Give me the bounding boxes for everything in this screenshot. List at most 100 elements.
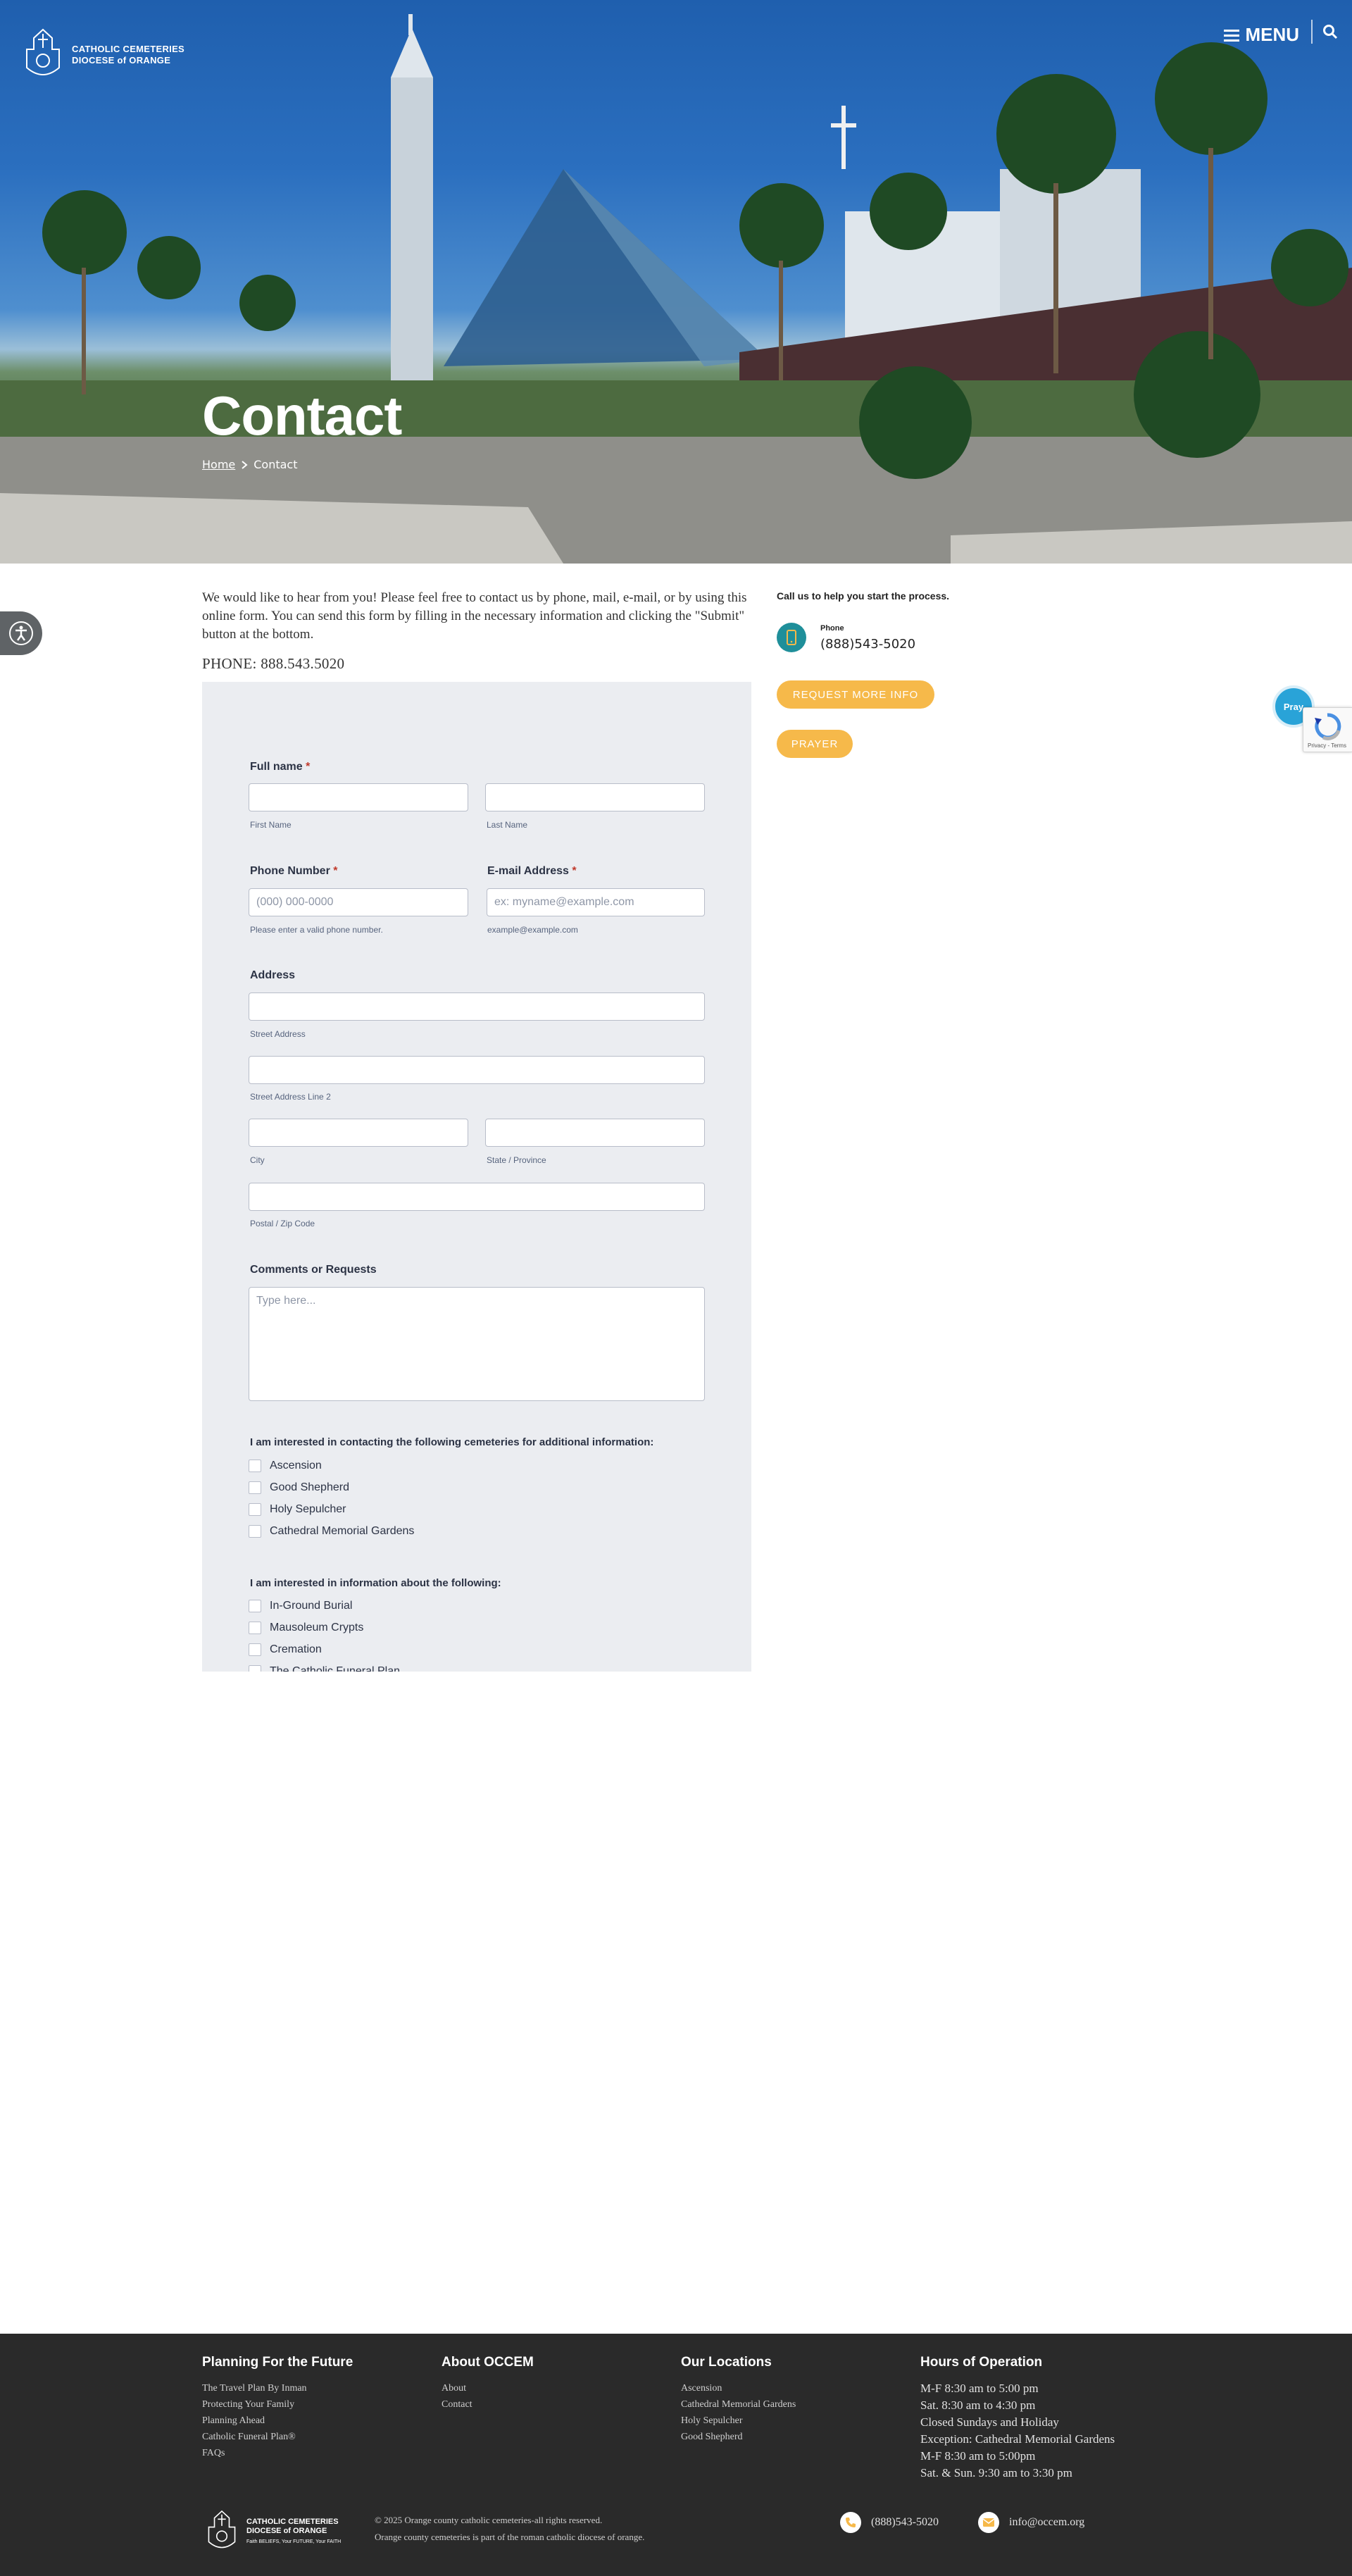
interest-option[interactable]: The Catholic Funeral Plan — [249, 1665, 400, 1672]
cemetery-option-label: Good Shepherd — [270, 1481, 349, 1493]
footer-email[interactable]: info@occem.org — [978, 2512, 1084, 2533]
interest-option-label: The Catholic Funeral Plan — [270, 1665, 400, 1672]
checkbox[interactable] — [249, 1600, 261, 1612]
recaptcha-badge[interactable]: Privacy - Terms — [1303, 707, 1352, 752]
menu-label: MENU — [1245, 24, 1299, 45]
mobile-phone-icon — [787, 630, 796, 645]
hours-line: Sat. & Sun. 9:30 am to 3:30 pm — [920, 2466, 1072, 2479]
request-more-info-button[interactable]: REQUEST MORE INFO — [777, 680, 934, 709]
prayer-button[interactable]: PRAYER — [777, 730, 853, 758]
interest-option[interactable]: In-Ground Burial — [249, 1600, 352, 1612]
footer-link[interactable]: Ascension — [681, 2380, 796, 2396]
street-address-sublabel: Street Address — [250, 1029, 306, 1039]
header-divider — [1311, 20, 1313, 44]
chevron-right-icon — [242, 460, 248, 469]
menu-button[interactable]: MENU — [1224, 24, 1299, 46]
hours-line: M-F 8:30 am to 5:00 pm — [920, 2382, 1039, 2395]
search-button[interactable] — [1322, 24, 1338, 43]
cemeteries-question: I am interested in contacting the follow… — [250, 1436, 654, 1448]
phone-card-label: Phone — [820, 623, 844, 633]
copyright-line-1: © 2025 Orange county catholic cemeteries… — [375, 2515, 603, 2525]
logo-line-2: DIOCESE of ORANGE — [72, 55, 171, 66]
hours-line: Closed Sundays and Holiday — [920, 2415, 1059, 2429]
checkbox[interactable] — [249, 1665, 261, 1672]
footer-email-address: info@occem.org — [1009, 2516, 1085, 2528]
first-name-sublabel: First Name — [250, 820, 292, 830]
cemetery-option[interactable]: Holy Sepulcher — [249, 1503, 346, 1516]
accessibility-icon — [9, 621, 33, 645]
footer-col-about: About OCCEM About Contact — [442, 2355, 534, 2413]
checkbox[interactable] — [249, 1643, 261, 1656]
footer-col-planning: Planning For the Future The Travel Plan … — [202, 2355, 353, 2461]
interest-question: I am interested in information about the… — [250, 1577, 501, 1589]
hours-line: Sat. 8:30 am to 4:30 pm — [920, 2398, 1036, 2412]
footer-col-hours: Hours of Operation M-F 8:30 am to 5:00 p… — [920, 2355, 1115, 2482]
footer-link[interactable]: Cathedral Memorial Gardens — [681, 2396, 796, 2413]
first-name-field[interactable] — [249, 783, 468, 811]
copyright-line-2: Orange county cemeteries is part of the … — [375, 2532, 645, 2542]
footer-link[interactable]: Good Shepherd — [681, 2429, 796, 2445]
email-icon-badge — [978, 2512, 999, 2533]
footer-link[interactable]: Catholic Funeral Plan® — [202, 2429, 353, 2445]
last-name-field[interactable] — [485, 783, 705, 811]
city-field[interactable] — [249, 1119, 468, 1147]
checkbox[interactable] — [249, 1503, 261, 1516]
footer-link[interactable]: Contact — [442, 2396, 534, 2413]
footer-link[interactable]: Protecting Your Family — [202, 2396, 353, 2413]
checkbox[interactable] — [249, 1622, 261, 1634]
breadcrumb: Home Contact — [202, 458, 298, 471]
street-address-2-field[interactable] — [249, 1056, 705, 1084]
recaptcha-icon — [1315, 713, 1341, 740]
phone-label-text: Phone Number — [250, 865, 330, 877]
footer-link[interactable]: About — [442, 2380, 534, 2396]
accessibility-button[interactable] — [0, 611, 42, 655]
street-address-field[interactable] — [249, 993, 705, 1021]
page: CATHOLIC CEMETERIES DIOCESE of ORANGE ME… — [0, 0, 1352, 2576]
interest-option-label: Cremation — [270, 1643, 322, 1655]
phone-card[interactable]: Phone (888)543-5020 — [777, 623, 915, 652]
state-field[interactable] — [485, 1119, 705, 1147]
email-sublabel: example@example.com — [487, 925, 578, 935]
hours-line: Exception: Cathedral Memorial Gardens — [920, 2432, 1115, 2446]
phone-field[interactable]: (000) 000-0000 — [249, 888, 468, 916]
search-icon — [1323, 25, 1338, 39]
checkbox[interactable] — [249, 1481, 261, 1494]
interest-option[interactable]: Mausoleum Crypts — [249, 1622, 363, 1634]
cemetery-option[interactable]: Good Shepherd — [249, 1481, 349, 1494]
checkbox[interactable] — [249, 1460, 261, 1472]
address-label: Address — [250, 969, 296, 981]
cemetery-option[interactable]: Ascension — [249, 1460, 322, 1472]
site-logo[interactable]: CATHOLIC CEMETERIES DIOCESE of ORANGE — [21, 28, 184, 82]
footer-logo[interactable]: CATHOLIC CEMETERIES DIOCESE of ORANGE Fa… — [204, 2510, 341, 2553]
comments-label: Comments or Requests — [250, 1264, 377, 1276]
footer-phone[interactable]: (888)543-5020 — [840, 2512, 939, 2533]
footer-col-title: Hours of Operation — [920, 2355, 1043, 2370]
breadcrumb-current: Contact — [254, 458, 298, 471]
footer-col-locations: Our Locations Ascension Cathedral Memori… — [681, 2355, 796, 2445]
phone-badge — [777, 623, 806, 652]
footer-link[interactable]: The Travel Plan By Inman — [202, 2380, 353, 2396]
required-mark: * — [572, 865, 577, 877]
interest-option[interactable]: Cremation — [249, 1643, 322, 1656]
copyright: © 2025 Orange county catholic cemeteries… — [375, 2512, 644, 2546]
zip-field[interactable] — [249, 1183, 705, 1211]
footer-logo-line-2: DIOCESE of ORANGE — [246, 2526, 327, 2535]
phone-label: Phone Number * — [250, 865, 337, 878]
pray-fab-label: Pray — [1283, 701, 1304, 712]
checkbox[interactable] — [249, 1525, 261, 1538]
footer-link[interactable]: Holy Sepulcher — [681, 2413, 796, 2429]
email-field[interactable]: ex: myname@example.com — [487, 888, 705, 916]
last-name-sublabel: Last Name — [487, 820, 528, 830]
full-name-label-text: Full name — [250, 761, 303, 773]
phone-card-number[interactable]: (888)543-5020 — [820, 637, 915, 652]
help-text: Call us to help you start the process. — [777, 590, 950, 602]
comments-textarea[interactable]: Type here... — [249, 1287, 705, 1401]
breadcrumb-home-link[interactable]: Home — [202, 458, 235, 471]
cemetery-option[interactable]: Cathedral Memorial Gardens — [249, 1525, 414, 1538]
city-sublabel: City — [250, 1155, 265, 1165]
page-title: Contact — [202, 385, 402, 447]
recaptcha-links[interactable]: Privacy - Terms — [1308, 742, 1346, 749]
footer-link[interactable]: Planning Ahead — [202, 2413, 353, 2429]
cemetery-option-label: Holy Sepulcher — [270, 1503, 346, 1515]
footer-link[interactable]: FAQs — [202, 2445, 353, 2461]
